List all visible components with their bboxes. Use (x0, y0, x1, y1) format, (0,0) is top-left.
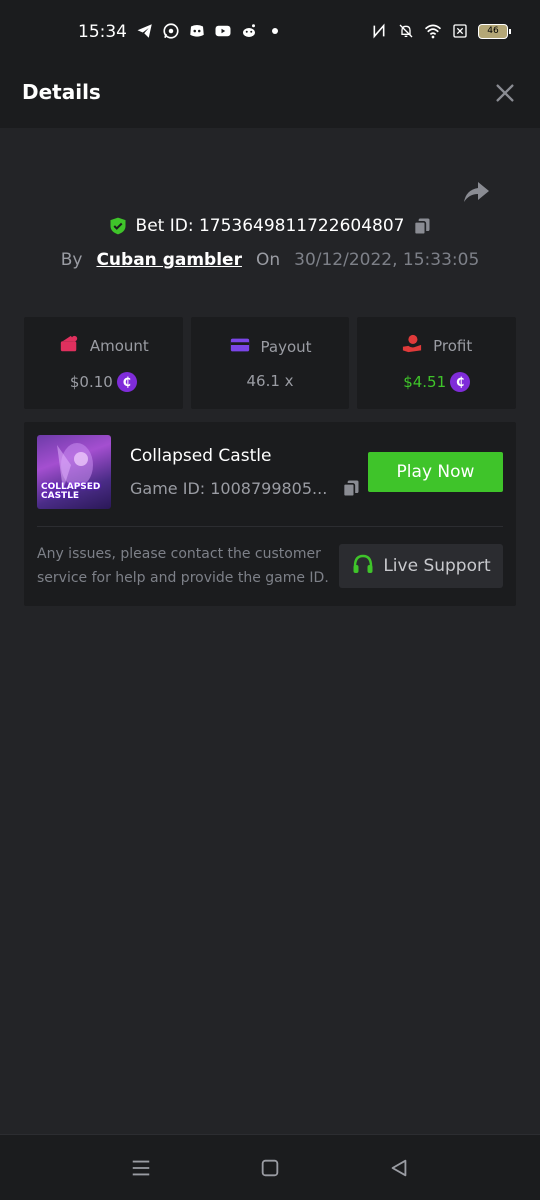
bet-stats: Amount $0.10 ₵ Payout 46.1 x Profit $4.5… (24, 317, 517, 409)
payout-icon (229, 336, 251, 358)
profit-value: $4.51 (403, 373, 447, 391)
wifi-icon (424, 22, 442, 40)
verified-shield-icon (108, 216, 128, 236)
sim-off-icon (451, 22, 469, 40)
status-bar: 15:34 46 (0, 0, 540, 56)
home-square-icon (261, 1159, 279, 1177)
amount-value: $0.10 (69, 373, 113, 391)
profit-stat: Profit $4.51 ₵ (357, 317, 517, 409)
share-icon (464, 182, 489, 202)
coin-icon: ₵ (450, 372, 471, 392)
on-label: On (255, 250, 281, 270)
copy-bet-id-icon[interactable] (412, 216, 432, 236)
status-time: 15:34 (78, 22, 127, 42)
profit-label: Profit (433, 337, 473, 355)
amount-stat: Amount $0.10 ₵ (24, 317, 183, 409)
recents-button[interactable] (130, 1157, 152, 1179)
bet-id-row: Bet ID: 1753649811722604807 (0, 216, 540, 236)
payout-label: Payout (260, 338, 312, 356)
payout-value: 46.1 x (246, 372, 294, 390)
notification-icons (136, 22, 284, 40)
copy-game-id-icon[interactable] (341, 478, 361, 498)
play-now-button[interactable]: Play Now (368, 452, 503, 492)
system-icons: 46 (370, 22, 511, 40)
divider (37, 526, 503, 527)
bet-id: Bet ID: 1753649811722604807 (135, 216, 405, 236)
whatsapp-icon (162, 22, 180, 40)
game-card: COLLAPSED CASTLE Collapsed Castle Game I… (24, 422, 516, 606)
live-support-label: Live Support (383, 556, 491, 576)
details-header: Details (0, 56, 540, 128)
back-button[interactable] (388, 1157, 410, 1179)
game-id-row: Game ID: 1008799805... (130, 478, 361, 498)
username-link[interactable]: Cuban gambler (96, 250, 242, 270)
support-message: Any issues, please contact the customer … (37, 546, 329, 586)
reddit-icon (240, 22, 258, 40)
menu-icon (132, 1160, 150, 1176)
by-label: By (60, 250, 83, 270)
close-button[interactable] (494, 82, 516, 104)
coin-icon: ₵ (116, 372, 137, 392)
home-button[interactable] (259, 1157, 281, 1179)
game-title: Collapsed Castle (130, 446, 272, 466)
battery-icon: 46 (478, 23, 511, 39)
amount-label: Amount (89, 337, 149, 355)
youtube-icon (214, 22, 232, 40)
nfc-icon (370, 22, 388, 40)
bet-datetime: 30/12/2022, 15:33:05 (294, 250, 480, 270)
dot-icon (266, 22, 284, 40)
close-icon (496, 84, 514, 102)
profit-icon (401, 334, 423, 358)
bet-author-row: By Cuban gambler On 30/12/2022, 15:33:05 (0, 250, 540, 270)
telegram-icon (136, 22, 154, 40)
bell-off-icon (397, 22, 415, 40)
share-button[interactable] (462, 180, 490, 204)
live-support-button[interactable]: Live Support (339, 544, 503, 588)
page-title: Details (22, 80, 101, 104)
game-thumbnail-label: COLLAPSED CASTLE (41, 482, 101, 501)
discord-icon (188, 22, 206, 40)
back-triangle-icon (391, 1159, 407, 1177)
game-thumbnail[interactable]: COLLAPSED CASTLE (37, 435, 111, 509)
game-id: Game ID: 1008799805... (130, 478, 328, 498)
payout-stat: Payout 46.1 x (190, 317, 350, 409)
amount-icon (58, 334, 80, 358)
headset-icon (351, 552, 375, 581)
system-nav-bar (0, 1134, 540, 1200)
